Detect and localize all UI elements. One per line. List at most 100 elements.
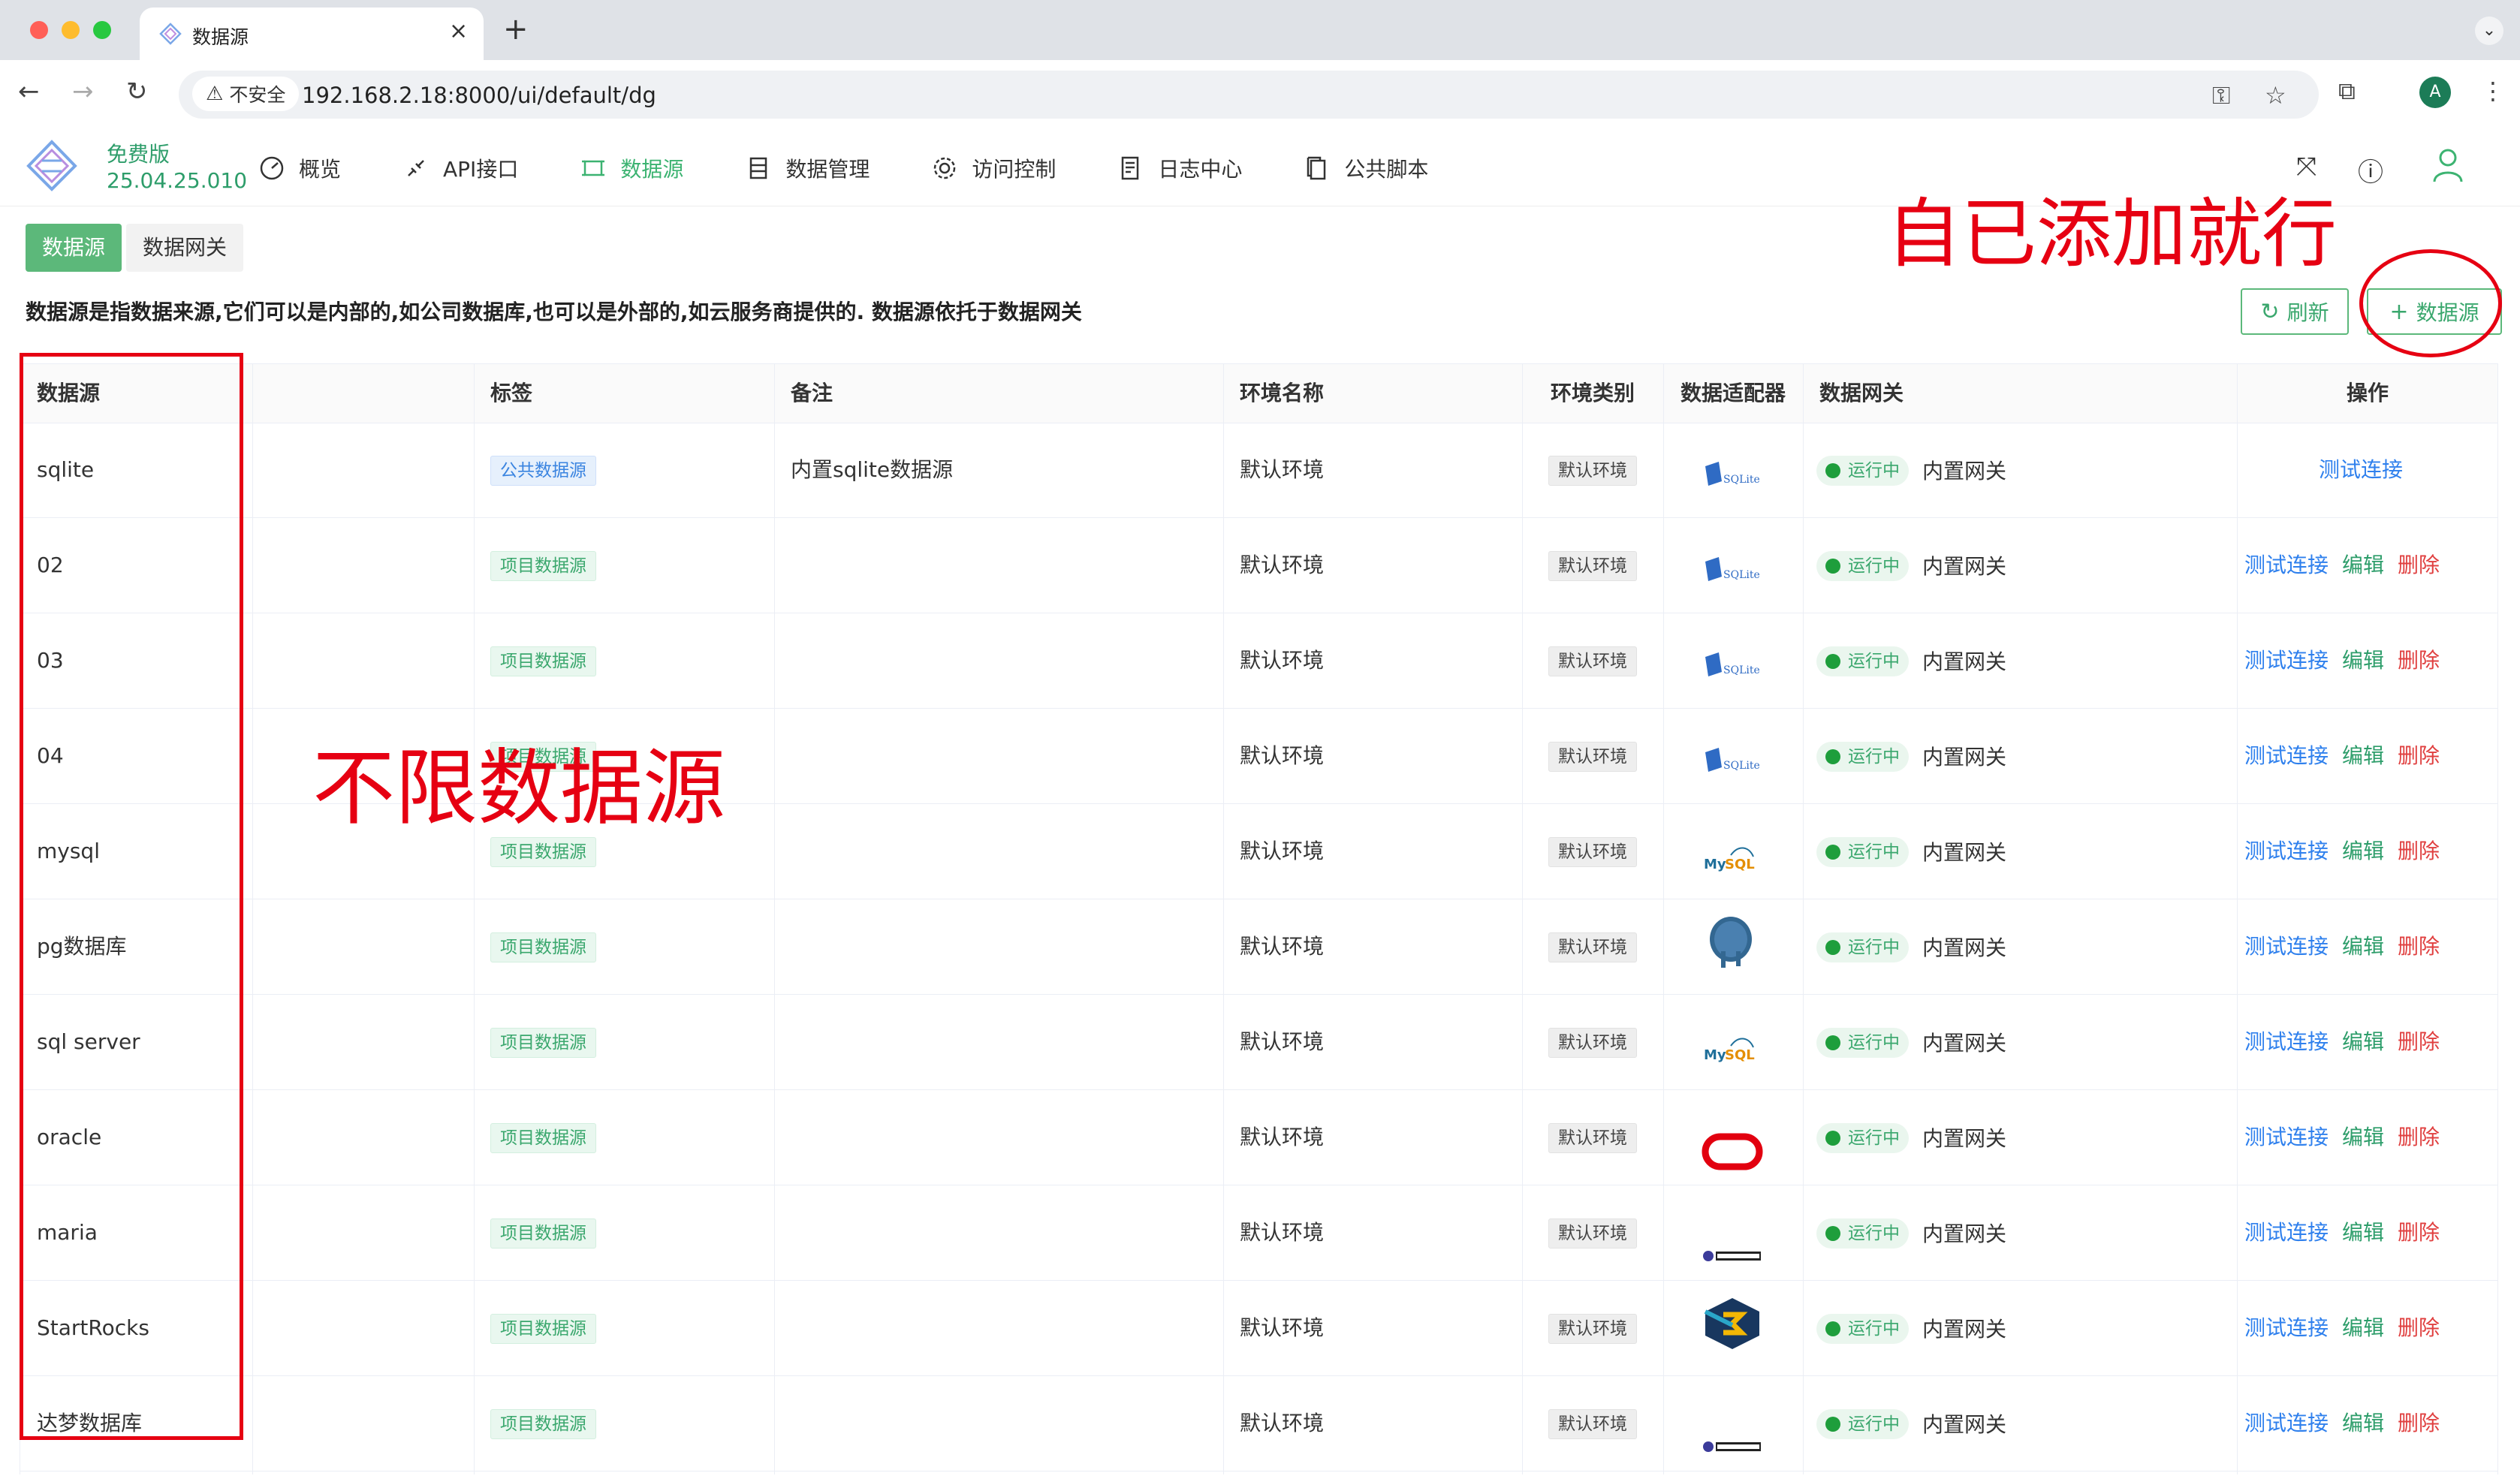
new-tab-icon[interactable]: +	[503, 12, 529, 47]
user-icon[interactable]	[2431, 147, 2464, 183]
delete-link[interactable]: 删除	[2398, 1411, 2440, 1435]
address-bar[interactable]: ⚠ 不安全 192.168.2.18:8000/ui/default/dg ⚿ …	[179, 71, 2319, 119]
test-connection-link[interactable]: 测试连接	[2244, 1220, 2329, 1245]
test-connection-link[interactable]: 测试连接	[2244, 839, 2329, 863]
database-icon	[750, 157, 767, 179]
status-dot-icon	[1825, 940, 1840, 955]
test-connection-link[interactable]: 测试连接	[2319, 457, 2403, 482]
svg-text:SQLite: SQLite	[1723, 664, 1760, 676]
delete-link[interactable]: 删除	[2398, 1315, 2440, 1340]
datasource-icon	[582, 160, 605, 176]
table-row[interactable]: sql server 项目数据源 默认环境 默认环境 My SQL 运行中 内置网关…	[20, 994, 2498, 1090]
close-window-dot[interactable]	[30, 21, 48, 39]
edit-link[interactable]: 编辑	[2342, 1220, 2384, 1245]
security-warning-chip[interactable]: ⚠ 不安全	[192, 77, 300, 111]
browser-tab-bar: 数据源 × + ⌄	[0, 0, 2520, 60]
remark-cell	[774, 517, 1223, 613]
test-connection-link[interactable]: 测试连接	[2244, 1029, 2329, 1054]
edit-link[interactable]: 编辑	[2342, 1125, 2384, 1149]
menu-item-api[interactable]: API接口	[402, 153, 518, 183]
status-text: 运行中	[1848, 1223, 1900, 1243]
delete-link[interactable]: 删除	[2398, 743, 2440, 768]
test-connection-link[interactable]: 测试连接	[2244, 553, 2329, 577]
app-logo-icon	[26, 140, 77, 191]
subtab-data-gateway[interactable]: 数据网关	[126, 224, 244, 272]
delete-link[interactable]: 删除	[2398, 839, 2440, 863]
browser-tab[interactable]: 数据源 ×	[140, 8, 484, 60]
log-icon	[1122, 156, 1139, 180]
edit-link[interactable]: 编辑	[2342, 1411, 2384, 1435]
menu-item-datasource[interactable]: 数据源	[580, 153, 683, 183]
menu-item-log-center[interactable]: 日志中心	[1117, 153, 1242, 183]
annotation-unlimited-hint: 不限数据源	[312, 740, 725, 836]
test-connection-link[interactable]: 测试连接	[2244, 934, 2329, 959]
edit-link[interactable]: 编辑	[2342, 648, 2384, 673]
tag-cell: 项目数据源	[474, 1375, 774, 1471]
tab-list-chevron-icon[interactable]: ⌄	[2475, 17, 2503, 45]
table-row[interactable]: oracle 项目数据源 默认环境 默认环境 运行中 内置网关 测试连接 编辑 删除	[20, 1089, 2498, 1185]
url-text[interactable]: 192.168.2.18:8000/ui/default/dg	[302, 83, 656, 108]
tag-cell: 项目数据源	[474, 613, 774, 708]
test-connection-link[interactable]: 测试连接	[2244, 743, 2329, 768]
delete-link[interactable]: 删除	[2398, 1029, 2440, 1054]
subtab-datasource[interactable]: 数据源	[26, 224, 122, 272]
table-row[interactable]: 03 项目数据源 默认环境 默认环境 SQLite 运行中 内置网关 测试连接 编辑…	[20, 613, 2498, 709]
adapter-cell	[1663, 1280, 1803, 1375]
remark-cell	[774, 994, 1223, 1089]
delete-link[interactable]: 删除	[2398, 553, 2440, 577]
status-text: 运行中	[1848, 1318, 1900, 1339]
table-row[interactable]: sqlite 公共数据源 内置sqlite数据源 默认环境 默认环境 SQLit…	[20, 422, 2498, 518]
tag-cell: 项目数据源	[474, 1280, 774, 1375]
test-connection-link[interactable]: 测试连接	[2244, 1125, 2329, 1149]
table-row[interactable]: 达梦数据库 项目数据源 默认环境 默认环境 运行中 内置网关 测试连接 编辑 删除	[20, 1375, 2498, 1471]
help-icon[interactable]: ⓘ	[2358, 152, 2383, 188]
delete-link[interactable]: 删除	[2398, 648, 2440, 673]
tab-close-icon[interactable]: ×	[449, 18, 468, 44]
delete-link[interactable]: 删除	[2398, 1220, 2440, 1245]
gateway-name: 内置网关	[1922, 935, 2007, 960]
zoom-window-dot[interactable]	[93, 21, 111, 39]
edit-link[interactable]: 编辑	[2342, 839, 2384, 863]
column-divider	[474, 363, 475, 1474]
edit-link[interactable]: 编辑	[2342, 743, 2384, 768]
header-gateway: 数据网关	[1819, 381, 1904, 405]
dashboard-icon	[260, 156, 284, 180]
test-connection-link[interactable]: 测试连接	[2244, 1315, 2329, 1340]
minimize-window-dot[interactable]	[62, 21, 80, 39]
password-key-icon[interactable]: ⚿	[2212, 81, 2230, 110]
browser-menu-icon[interactable]: ⋮	[2481, 77, 2505, 105]
actions-cell: 测试连接 编辑 删除	[2237, 994, 2498, 1089]
extensions-puzzle-icon[interactable]: ⧉	[2338, 77, 2356, 106]
edit-link[interactable]: 编辑	[2342, 553, 2384, 577]
table-row[interactable]: pg数据库 项目数据源 默认环境 默认环境 运行中 内置网关 测试连接 编辑 删除	[20, 899, 2498, 995]
back-arrow-icon[interactable]: ←	[18, 77, 40, 107]
api-icon	[408, 160, 424, 176]
menu-item-overview[interactable]: 概览	[258, 153, 341, 183]
reload-icon[interactable]: ↻	[126, 77, 148, 107]
env-type-tag: 默认环境	[1548, 742, 1637, 772]
edit-link[interactable]: 编辑	[2342, 1029, 2384, 1054]
delete-link[interactable]: 删除	[2398, 934, 2440, 959]
column-divider	[252, 363, 253, 1474]
table-row[interactable]: maria 项目数据源 默认环境 默认环境 运行中 内置网关 测试连接 编辑 删除	[20, 1185, 2498, 1281]
table-row[interactable]: 02 项目数据源 默认环境 默认环境 SQLite 运行中 内置网关 测试连接 编辑…	[20, 517, 2498, 613]
env-type-cell: 默认环境	[1522, 422, 1663, 517]
delete-link[interactable]: 删除	[2398, 1125, 2440, 1149]
edit-link[interactable]: 编辑	[2342, 934, 2384, 959]
actions-cell: 测试连接 编辑 删除	[2237, 1185, 2498, 1280]
forward-arrow-icon[interactable]: →	[72, 77, 94, 107]
table-row[interactable]: StartRocks 项目数据源 默认环境 默认环境 运行中 内置网关 测试连接编…	[20, 1280, 2498, 1376]
env-type-cell: 默认环境	[1522, 994, 1663, 1089]
menu-item-access-control[interactable]: 访问控制	[931, 153, 1056, 183]
gateway-cell: 运行中 内置网关	[1803, 899, 2237, 994]
gateway-cell: 运行中 内置网关	[1803, 708, 2237, 803]
app-favicon-icon	[159, 23, 182, 45]
profile-avatar[interactable]: A	[2419, 77, 2451, 108]
menu-item-data-management[interactable]: 数据管理	[745, 153, 870, 183]
test-connection-link[interactable]: 测试连接	[2244, 1411, 2329, 1435]
menu-item-public-script[interactable]: 公共脚本	[1304, 153, 1428, 183]
refresh-button[interactable]: ↻ 刷新	[2241, 288, 2349, 335]
test-connection-link[interactable]: 测试连接	[2244, 648, 2329, 673]
edit-link[interactable]: 编辑	[2342, 1315, 2384, 1340]
bookmark-star-icon[interactable]: ☆	[2265, 81, 2286, 110]
